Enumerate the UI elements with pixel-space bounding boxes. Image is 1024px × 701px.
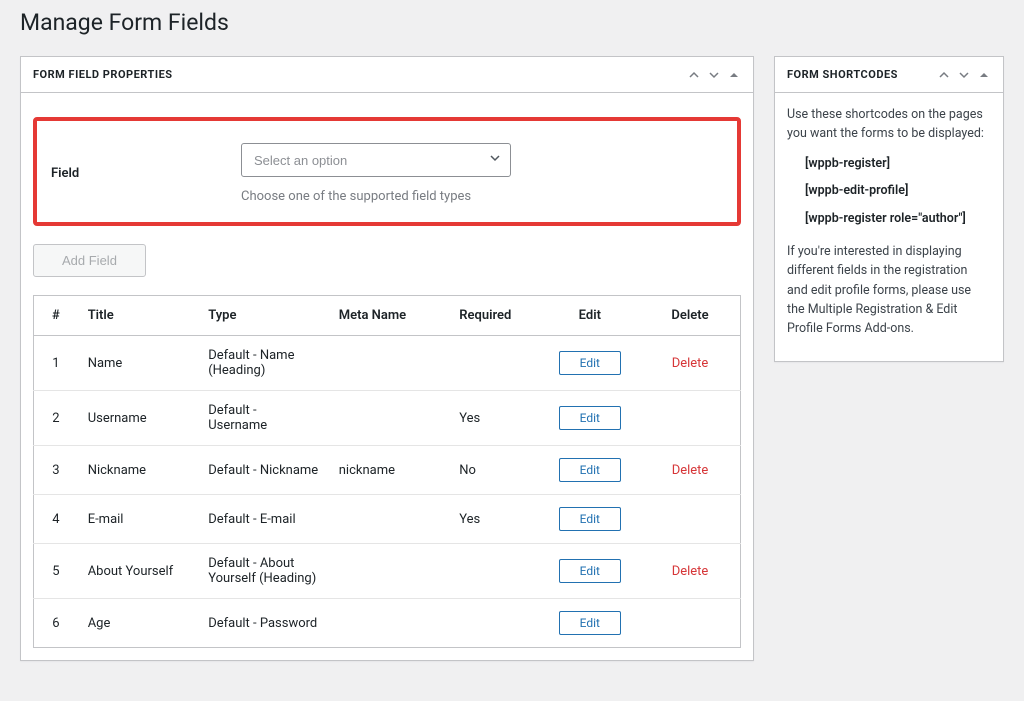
table-row: 4E-mailDefault - E-mail Yes Edit (34, 495, 741, 544)
cell-meta (329, 336, 450, 391)
table-row: 1NameDefault - Name (Heading) Edit Delete (34, 336, 741, 391)
cell-title: About Yourself (78, 544, 199, 599)
cell-meta (329, 544, 450, 599)
collapse-icon[interactable] (977, 68, 991, 82)
cell-type: Default - E-mail (198, 495, 329, 544)
chevron-up-icon[interactable] (687, 68, 701, 82)
th-required: Required (449, 296, 539, 336)
cell-num: 6 (34, 599, 78, 648)
cell-title: Nickname (78, 446, 199, 495)
chevron-up-icon[interactable] (937, 68, 951, 82)
cell-title: Name (78, 336, 199, 391)
th-type: Type (198, 296, 329, 336)
cell-meta (329, 599, 450, 648)
field-highlight-box: Field Select an option Choose one of the… (33, 117, 741, 226)
th-edit: Edit (540, 296, 640, 336)
cell-required: Yes (449, 495, 539, 544)
field-help-text: Choose one of the supported field types (241, 189, 723, 204)
table-row: 2UsernameDefault - Username Yes Edit (34, 391, 741, 446)
fields-table: # Title Type Meta Name Required Edit Del… (33, 295, 741, 648)
delete-link[interactable]: Delete (672, 564, 709, 579)
edit-button[interactable]: Edit (559, 351, 621, 375)
cell-type: Default - About Yourself (Heading) (198, 544, 329, 599)
cell-meta (329, 391, 450, 446)
th-delete: Delete (640, 296, 740, 336)
edit-button[interactable]: Edit (559, 458, 621, 482)
cell-type: Default - Username (198, 391, 329, 446)
shortcodes-outro: If you're interested in displaying diffe… (787, 242, 991, 339)
shortcodes-intro: Use these shortcodes on the pages you wa… (787, 105, 991, 144)
edit-button[interactable]: Edit (559, 406, 621, 430)
cell-required: Yes (449, 391, 539, 446)
th-meta: Meta Name (329, 296, 450, 336)
cell-num: 3 (34, 446, 78, 495)
add-field-button[interactable]: Add Field (33, 244, 146, 277)
field-type-select[interactable]: Select an option (241, 143, 511, 177)
cell-required (449, 599, 539, 648)
panel-title: FORM FIELD PROPERTIES (33, 68, 173, 81)
cell-required (449, 544, 539, 599)
collapse-icon[interactable] (727, 68, 741, 82)
cell-required (449, 336, 539, 391)
shortcode-item: [wppb-register] (805, 154, 991, 173)
form-field-properties-panel: FORM FIELD PROPERTIES Field (20, 56, 754, 661)
table-row: 6AgeDefault - Password Edit (34, 599, 741, 648)
page-title: Manage Form Fields (20, 0, 1004, 56)
cell-num: 2 (34, 391, 78, 446)
th-num: # (34, 296, 78, 336)
cell-title: E-mail (78, 495, 199, 544)
cell-num: 1 (34, 336, 78, 391)
table-row: 3NicknameDefault - NicknamenicknameNo Edi… (34, 446, 741, 495)
edit-button[interactable]: Edit (559, 611, 621, 635)
form-shortcodes-panel: FORM SHORTCODES Use these shortcodes on … (774, 56, 1004, 362)
edit-button[interactable]: Edit (559, 559, 621, 583)
cell-num: 4 (34, 495, 78, 544)
cell-meta: nickname (329, 446, 450, 495)
panel-title: FORM SHORTCODES (787, 68, 898, 81)
field-label: Field (51, 166, 221, 181)
cell-num: 5 (34, 544, 78, 599)
delete-link[interactable]: Delete (672, 356, 709, 371)
cell-type: Default - Nickname (198, 446, 329, 495)
delete-link[interactable]: Delete (672, 463, 709, 478)
cell-title: Age (78, 599, 199, 648)
th-title: Title (78, 296, 199, 336)
cell-required: No (449, 446, 539, 495)
cell-title: Username (78, 391, 199, 446)
shortcode-item: [wppb-register role="author"] (805, 209, 991, 228)
shortcode-item: [wppb-edit-profile] (805, 181, 991, 200)
cell-type: Default - Password (198, 599, 329, 648)
chevron-down-icon[interactable] (957, 68, 971, 82)
table-row: 5About YourselfDefault - About Yourself … (34, 544, 741, 599)
cell-type: Default - Name (Heading) (198, 336, 329, 391)
edit-button[interactable]: Edit (559, 507, 621, 531)
chevron-down-icon[interactable] (707, 68, 721, 82)
cell-meta (329, 495, 450, 544)
